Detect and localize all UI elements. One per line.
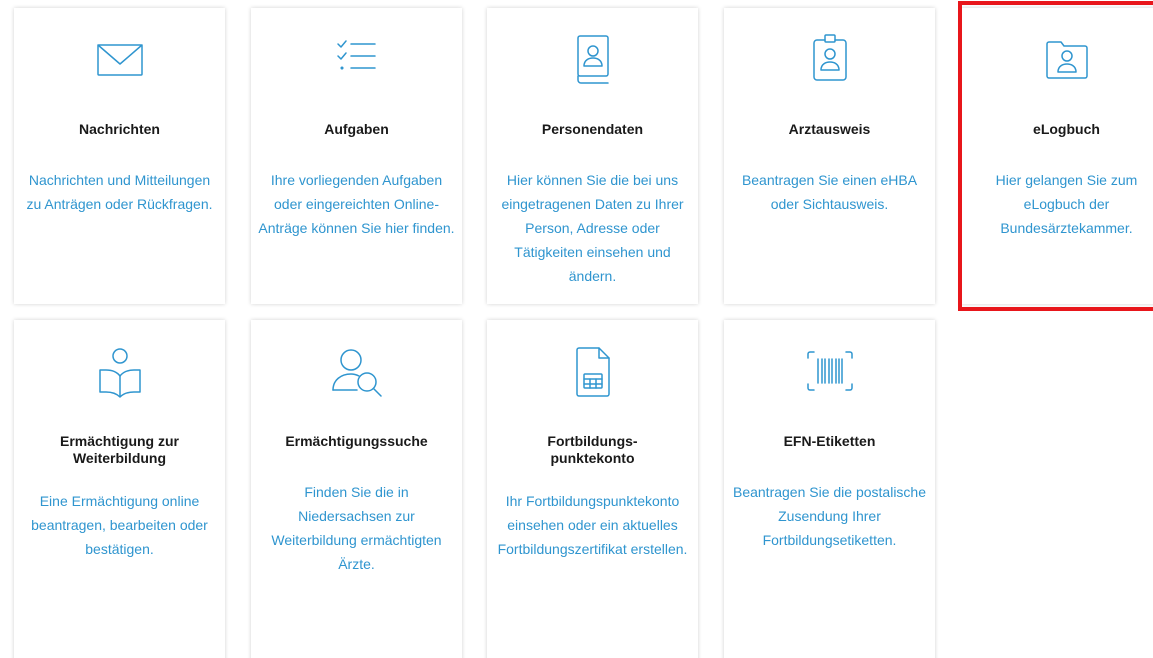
tile-title: Ermächtigung zur Weiterbildung xyxy=(59,433,179,466)
tile-title: Aufgaben xyxy=(324,121,389,137)
person-book-icon xyxy=(493,8,692,88)
tile-nachrichten[interactable]: Nachrichten Nachrichten und Mitteilungen… xyxy=(14,8,225,304)
tile-description: Finden Sie die in Niedersachsen zur Weit… xyxy=(271,484,442,572)
barcode-icon xyxy=(730,320,929,400)
tile-description: Beantragen Sie einen eHBA oder Sichtausw… xyxy=(741,172,918,212)
tile-title: Ermächtigungssuche xyxy=(285,433,428,449)
tile-description: Nachrichten und Mitteilungen zu Anträgen… xyxy=(26,172,213,212)
id-badge-icon xyxy=(730,8,929,88)
tile-ermaechtigungssuche[interactable]: Ermächtigungssuche Finden Sie die in Nie… xyxy=(251,320,462,658)
tile-description: Hier gelangen Sie zum eLogbuch der Bunde… xyxy=(995,172,1138,236)
calculator-document-icon xyxy=(493,320,692,400)
envelope-icon xyxy=(20,8,219,88)
tile-aufgaben[interactable]: Aufgaben Ihre vorliegenden Aufgaben oder… xyxy=(251,8,462,304)
tile-description: Hier können Sie die bei uns eingetragene… xyxy=(501,172,684,284)
tile-description: Beantragen Sie die postalische Zusendung… xyxy=(732,484,927,548)
person-search-icon xyxy=(257,320,456,400)
tile-description: Eine Ermächtigung online beantragen, bea… xyxy=(31,493,208,557)
tile-title: Nachrichten xyxy=(79,121,160,137)
tile-arztausweis[interactable]: Arztausweis Beantragen Sie einen eHBA od… xyxy=(724,8,935,304)
dashboard-tile-grid: Nachrichten Nachrichten und Mitteilungen… xyxy=(0,0,1153,658)
tile-fortbildungspunktekonto[interactable]: Fortbildungs- punktekonto Ihr Fortbildun… xyxy=(487,320,698,658)
reader-icon xyxy=(20,320,219,400)
tile-title: eLogbuch xyxy=(1033,121,1100,137)
checklist-icon xyxy=(257,8,456,88)
tile-personendaten[interactable]: Personendaten Hier können Sie die bei un… xyxy=(487,8,698,304)
tile-title: Arztausweis xyxy=(788,121,871,137)
tile-ermaechtigung-weiterbildung[interactable]: Ermächtigung zur Weiterbildung Eine Ermä… xyxy=(14,320,225,658)
tile-elogbuch[interactable]: eLogbuch Hier gelangen Sie zum eLogbuch … xyxy=(961,8,1153,304)
tile-description: Ihre vorliegenden Aufgaben oder eingerei… xyxy=(258,172,455,236)
tile-title: Personendaten xyxy=(541,121,644,137)
person-folder-icon xyxy=(967,8,1153,88)
tile-description: Ihr Fortbildungspunktekonto einsehen ode… xyxy=(497,493,688,557)
tile-title: EFN-Etiketten xyxy=(783,433,876,449)
tile-efn-etiketten[interactable]: EFN-Etiketten Beantragen Sie die postali… xyxy=(724,320,935,658)
tile-title: Fortbildungs- punktekonto xyxy=(547,433,638,466)
